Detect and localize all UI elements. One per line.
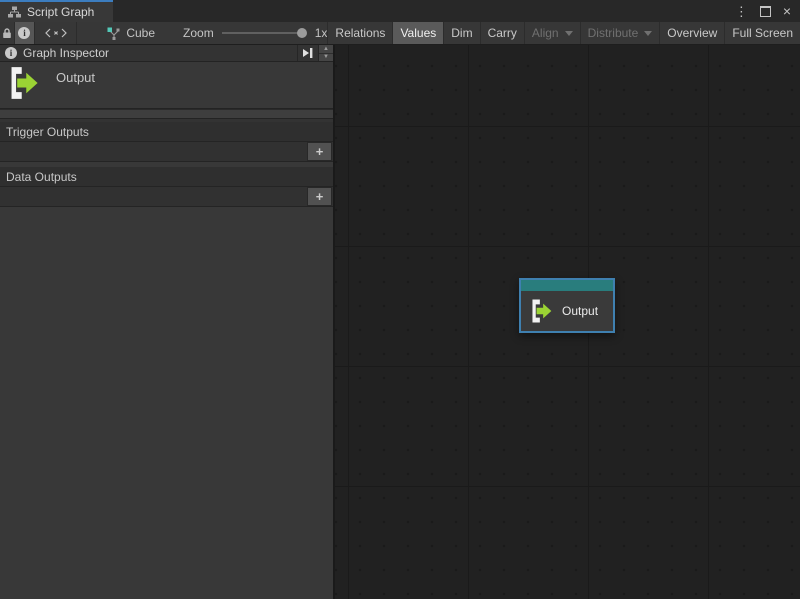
dock-right-icon (302, 47, 314, 59)
output-node[interactable]: Output (519, 278, 615, 333)
graph-inspector-title: Graph Inspector (23, 46, 109, 60)
dim-button[interactable]: Dim (443, 22, 479, 44)
zoom-slider-handle[interactable] (297, 28, 307, 38)
inspector-empty-area (0, 207, 333, 599)
zoom-value: 1x (315, 26, 328, 40)
trigger-outputs-header: Trigger Outputs (0, 122, 333, 142)
dropdown-caret-icon (565, 31, 573, 36)
unit-preview: Output (0, 62, 333, 109)
align-dropdown-button[interactable]: Align (524, 22, 580, 44)
carry-button[interactable]: Carry (480, 22, 524, 44)
code-view-button[interactable] (35, 22, 77, 44)
script-graph-icon (8, 6, 21, 19)
tab-bar: Script Graph ⋮ × (0, 0, 800, 22)
output-node-body: Output (521, 291, 613, 331)
info-icon: i (18, 27, 30, 39)
code-icon (45, 28, 67, 38)
zoom-label: Zoom (183, 26, 214, 40)
unit-preview-title: Output (56, 70, 95, 85)
graph-asset-icon (107, 27, 120, 40)
panel-stepper: ▲ ▼ (319, 45, 333, 61)
tab-script-graph[interactable]: Script Graph (0, 0, 113, 22)
main-area: i Graph Inspector ▲ ▼ (0, 45, 800, 599)
overview-button[interactable]: Overview (659, 22, 724, 44)
graph-breadcrumb[interactable]: Cube (107, 22, 155, 44)
window-menu-icon[interactable]: ⋮ (735, 5, 748, 18)
graph-item-label: Cube (126, 26, 155, 40)
trigger-outputs-list: + (0, 142, 333, 162)
dropdown-caret-icon (644, 31, 652, 36)
full-screen-button[interactable]: Full Screen (724, 22, 800, 44)
stepper-up-icon[interactable]: ▲ (319, 45, 333, 54)
window-controls: ⋮ × (735, 0, 800, 22)
zoom-slider[interactable] (222, 32, 306, 34)
tab-title: Script Graph (27, 5, 94, 19)
data-outputs-list: + (0, 187, 333, 207)
stepper-down-icon[interactable]: ▼ (319, 54, 333, 62)
graph-inspector-panel: i Graph Inspector ▲ ▼ (0, 45, 335, 599)
panel-splitter[interactable] (0, 109, 333, 119)
values-button[interactable]: Values (392, 22, 443, 44)
output-unit-icon (530, 298, 553, 324)
graph-inspector-header: i Graph Inspector ▲ ▼ (0, 45, 333, 62)
zoom-control: Zoom 1x (183, 22, 327, 44)
graph-canvas[interactable]: Output (335, 45, 800, 599)
output-node-header[interactable] (521, 280, 613, 291)
graph-inspector-title-area: i Graph Inspector (0, 45, 298, 61)
distribute-dropdown-button[interactable]: Distribute (580, 22, 660, 44)
script-graph-window: Script Graph ⋮ × i (0, 0, 800, 599)
add-trigger-output-button[interactable]: + (307, 142, 332, 161)
add-data-output-button[interactable]: + (307, 187, 332, 206)
lock-button[interactable] (0, 22, 15, 44)
output-unit-icon (8, 66, 40, 100)
relations-button[interactable]: Relations (327, 22, 392, 44)
output-node-title: Output (562, 304, 598, 318)
data-outputs-header: Data Outputs (0, 167, 333, 187)
toolbar-toggles: Relations Values Dim Carry Align Distrib… (327, 22, 800, 44)
maximize-icon[interactable] (760, 6, 771, 17)
dock-panel-button[interactable] (298, 45, 319, 61)
lock-icon (2, 27, 12, 39)
inspector-toggle-button[interactable]: i (15, 22, 35, 44)
graph-toolbar: i Cube Zoom (0, 22, 800, 45)
close-icon[interactable]: × (783, 4, 791, 18)
info-icon: i (5, 47, 17, 59)
